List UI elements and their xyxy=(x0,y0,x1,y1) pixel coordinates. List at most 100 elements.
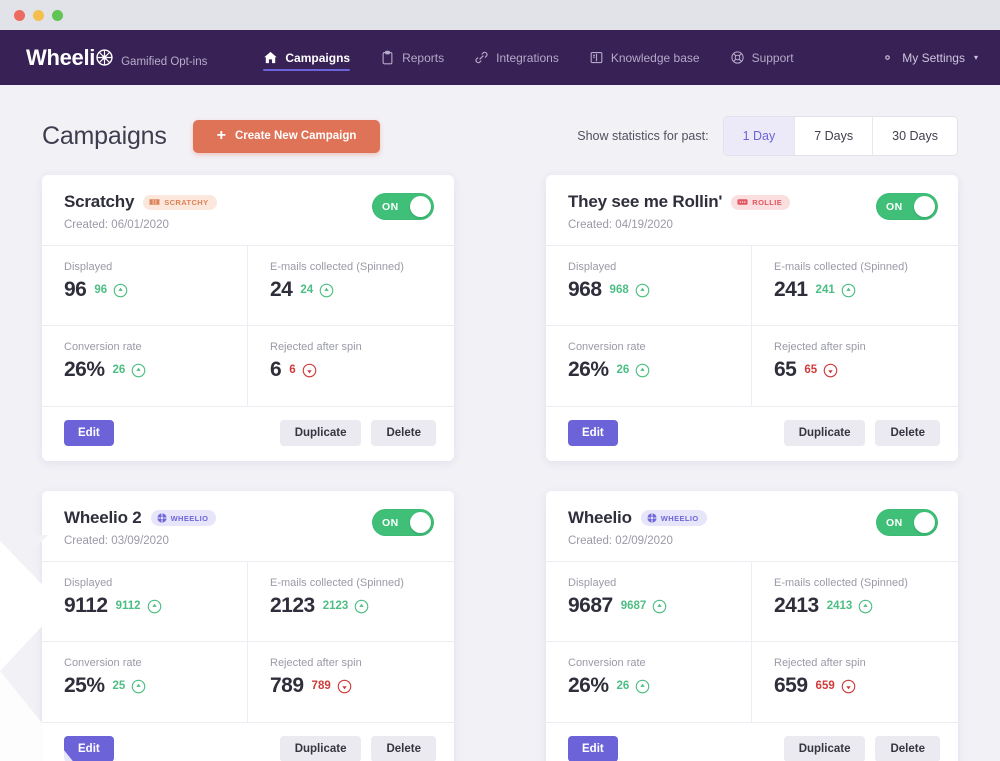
stat-delta: 6 xyxy=(289,364,295,376)
stat-cell: Displayed 96 96 xyxy=(42,246,248,326)
stat-delta: 26 xyxy=(617,680,630,692)
trend-up-icon xyxy=(635,363,650,378)
stat-value: 241 xyxy=(774,278,808,302)
campaign-stats-grid: Displayed 968 968 E-mails collected (Spi… xyxy=(546,245,958,406)
nav-item-support[interactable]: Support xyxy=(730,30,794,85)
campaign-title-block: Wheelio 2 WHEELIO Created: 03/09/2020 xyxy=(64,508,216,547)
stat-label: Conversion rate xyxy=(64,341,229,353)
page-title: Campaigns xyxy=(42,122,167,151)
brand-name: Wheeli xyxy=(26,45,113,71)
stat-value: 25% xyxy=(64,674,105,698)
edit-button[interactable]: Edit xyxy=(568,420,618,446)
window-close-button[interactable] xyxy=(14,10,25,21)
stat-label: Displayed xyxy=(568,577,733,589)
top-navbar: Wheeli Gamified Opt-ins Campa xyxy=(0,30,1000,85)
campaign-name: Scratchy xyxy=(64,192,134,212)
campaign-status-toggle[interactable]: ON xyxy=(372,193,434,220)
trend-up-icon xyxy=(113,283,128,298)
campaign-title-row: Wheelio 2 WHEELIO xyxy=(64,508,216,528)
duplicate-button[interactable]: Duplicate xyxy=(280,420,362,446)
window-maximize-button[interactable] xyxy=(52,10,63,21)
window-minimize-button[interactable] xyxy=(33,10,44,21)
stat-value: 24 xyxy=(270,278,292,302)
campaign-grid: Scratchy SCRATCHY Created: 06/01/2020 ON… xyxy=(42,175,958,761)
campaign-type-badge: WHEELIO xyxy=(151,510,217,526)
duplicate-button[interactable]: Duplicate xyxy=(784,420,866,446)
range-option-30-days[interactable]: 30 Days xyxy=(873,117,957,155)
campaign-status-toggle[interactable]: ON xyxy=(876,193,938,220)
range-option-7-days[interactable]: 7 Days xyxy=(795,117,873,155)
my-settings-menu[interactable]: My Settings ▾ xyxy=(880,50,978,65)
book-icon xyxy=(589,50,604,65)
wheel-icon xyxy=(96,49,113,66)
stat-delta: 659 xyxy=(816,680,835,692)
nav-item-knowledge-base[interactable]: Knowledge base xyxy=(589,30,700,85)
stat-delta: 2413 xyxy=(827,600,853,612)
stat-delta: 65 xyxy=(804,364,817,376)
statistics-range-control: Show statistics for past: 1 Day 7 Days 3… xyxy=(577,116,958,156)
stat-row: 659 659 xyxy=(774,674,940,698)
stat-cell: Rejected after spin 659 659 xyxy=(752,642,958,722)
stat-value: 26% xyxy=(568,674,609,698)
stat-cell: E-mails collected (Spinned) 2413 2413 xyxy=(752,562,958,642)
campaign-status-toggle[interactable]: ON xyxy=(876,509,938,536)
trend-up-icon xyxy=(635,283,650,298)
link-icon xyxy=(474,50,489,65)
stat-row: 26% 26 xyxy=(568,674,733,698)
brand-logo[interactable]: Wheeli Gamified Opt-ins xyxy=(26,45,207,71)
nav-label-integrations: Integrations xyxy=(496,51,559,65)
nav-item-integrations[interactable]: Integrations xyxy=(474,30,559,85)
stat-row: 968 968 xyxy=(568,278,733,302)
stat-label: E-mails collected (Spinned) xyxy=(270,261,436,273)
duplicate-button[interactable]: Duplicate xyxy=(280,736,362,761)
nav-label-reports: Reports xyxy=(402,51,444,65)
campaign-card-header: Wheelio WHEELIO Created: 02/09/2020 ON xyxy=(546,491,958,561)
stat-label: Displayed xyxy=(568,261,733,273)
toggle-knob xyxy=(914,512,935,533)
delete-button[interactable]: Delete xyxy=(875,736,940,761)
toggle-knob xyxy=(410,196,431,217)
campaign-status-toggle[interactable]: ON xyxy=(372,509,434,536)
stat-label: Conversion rate xyxy=(568,341,733,353)
campaign-status-label: ON xyxy=(886,517,903,529)
campaign-actions: Edit Duplicate Delete xyxy=(42,406,454,461)
stat-cell: Displayed 9112 9112 xyxy=(42,562,248,642)
edit-button[interactable]: Edit xyxy=(64,420,114,446)
stat-label: Conversion rate xyxy=(64,657,229,669)
create-new-campaign-button[interactable]: + Create New Campaign xyxy=(193,120,381,153)
delete-button[interactable]: Delete xyxy=(875,420,940,446)
campaign-type-badge: ROLLIE xyxy=(731,195,790,210)
window-chrome xyxy=(0,0,1000,30)
campaign-card: Wheelio WHEELIO Created: 02/09/2020 ON D… xyxy=(546,491,958,761)
page-header: Campaigns + Create New Campaign Show sta… xyxy=(0,110,1000,162)
trend-up-icon xyxy=(858,599,873,614)
brand-name-text: Wheeli xyxy=(26,45,95,71)
nav-item-campaigns[interactable]: Campaigns xyxy=(263,30,350,85)
edit-button[interactable]: Edit xyxy=(568,736,618,761)
stat-cell: E-mails collected (Spinned) 24 24 xyxy=(248,246,454,326)
stat-value: 789 xyxy=(270,674,304,698)
stat-label: E-mails collected (Spinned) xyxy=(270,577,436,589)
stat-label: Rejected after spin xyxy=(774,657,940,669)
campaign-created-date: Created: 04/19/2020 xyxy=(568,219,790,231)
campaign-created-date: Created: 03/09/2020 xyxy=(64,535,216,547)
nav-links: Campaigns Reports xyxy=(263,30,793,85)
duplicate-button[interactable]: Duplicate xyxy=(784,736,866,761)
stat-delta: 25 xyxy=(113,680,126,692)
stat-row: 26% 26 xyxy=(64,358,229,382)
stat-row: 9112 9112 xyxy=(64,594,229,618)
delete-button[interactable]: Delete xyxy=(371,736,436,761)
range-option-1-day[interactable]: 1 Day xyxy=(724,117,796,155)
edit-button[interactable]: Edit xyxy=(64,736,114,761)
stat-label: Rejected after spin xyxy=(270,341,436,353)
nav-item-reports[interactable]: Reports xyxy=(380,30,444,85)
campaign-secondary-actions: Duplicate Delete xyxy=(784,420,940,446)
campaign-created-date: Created: 02/09/2020 xyxy=(568,535,707,547)
chevron-down-icon: ▾ xyxy=(974,53,978,62)
app-root: Wheeli Gamified Opt-ins Campa xyxy=(0,0,1000,761)
delete-button[interactable]: Delete xyxy=(371,420,436,446)
campaign-actions: Edit Duplicate Delete xyxy=(42,722,454,761)
campaign-card: Wheelio 2 WHEELIO Created: 03/09/2020 ON… xyxy=(42,491,454,761)
campaign-type-badge: SCRATCHY xyxy=(143,195,216,210)
campaign-type-badge: WHEELIO xyxy=(641,510,707,526)
